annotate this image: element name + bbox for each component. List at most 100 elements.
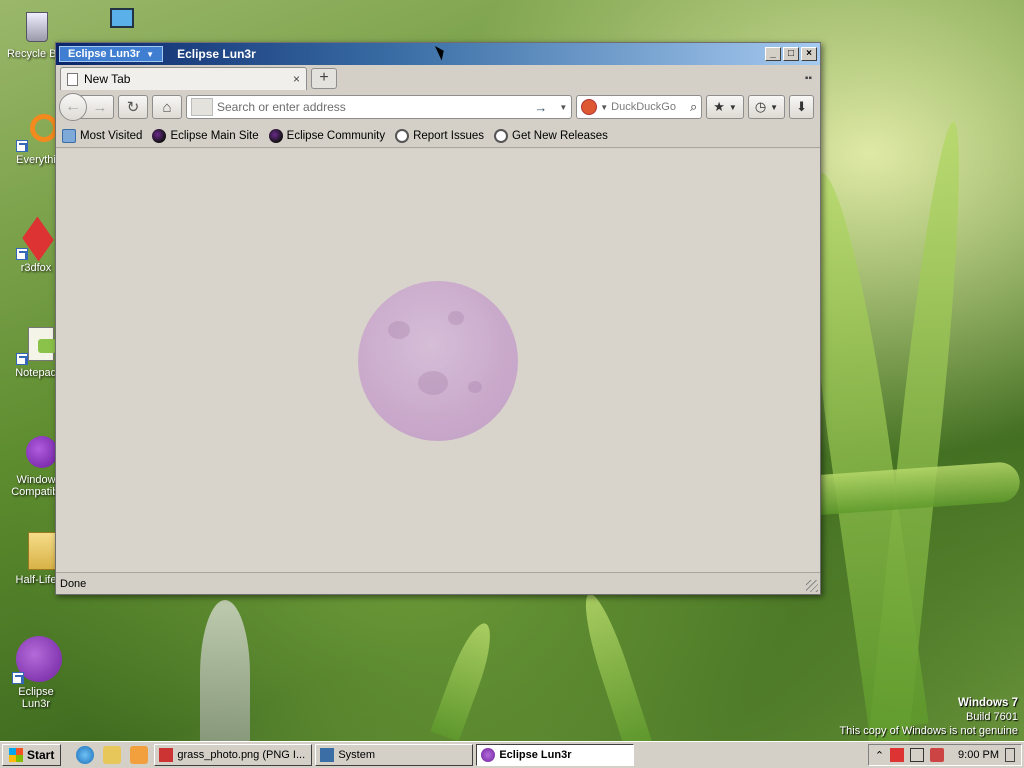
desktop-icon-label: Notepad <box>15 367 57 379</box>
page-icon <box>67 72 78 86</box>
reload-button[interactable]: ↻ <box>118 95 148 119</box>
duckduckgo-icon[interactable] <box>581 99 598 115</box>
bookmarks-star-icon: ★ <box>713 99 725 114</box>
bookmark-report-issues[interactable]: Report Issues <box>395 128 485 143</box>
search-bar[interactable]: ▼ ⌕ <box>576 95 703 119</box>
download-icon: ⬇ <box>796 99 807 114</box>
back-arrow-icon: ← <box>65 98 81 115</box>
windows-logo-icon <box>9 748 23 762</box>
tab-close-icon[interactable]: × <box>293 72 300 86</box>
home-icon: ⌂ <box>162 98 172 116</box>
media-player-icon[interactable] <box>130 746 149 764</box>
bookmark-most-visited[interactable]: Most Visited <box>62 128 142 143</box>
status-bar: Done <box>56 572 820 594</box>
task-label: Eclipse Lun3r <box>499 749 572 761</box>
task-system[interactable]: System <box>315 744 474 766</box>
task-eclipse-lun3r[interactable]: Eclipse Lun3r <box>476 744 635 766</box>
bookmark-label: Eclipse Community <box>286 129 386 142</box>
chevron-down-icon[interactable]: ▼ <box>600 103 608 112</box>
shortcut-arrow-icon <box>16 248 28 260</box>
network-icon[interactable] <box>96 6 136 40</box>
close-button[interactable]: × <box>801 47 817 61</box>
bookmark-label: Get New Releases <box>512 129 608 142</box>
task-grass-photo[interactable]: grass_photo.png (PNG I... <box>154 744 313 766</box>
compat-icon <box>16 432 58 472</box>
clock[interactable]: 9:00 PM <box>958 749 999 761</box>
search-input[interactable] <box>611 101 687 113</box>
site-identity-icon[interactable] <box>191 98 213 116</box>
list-all-tabs-icon[interactable]: ▪▪ <box>805 73 812 84</box>
chevron-down-icon: ▼ <box>728 102 737 112</box>
watermark-title: Windows 7 <box>958 697 1018 709</box>
recycle-bin-icon <box>16 6 56 46</box>
task-label: grass_photo.png (PNG I... <box>177 749 306 761</box>
clock-icon: ◷ <box>754 99 767 114</box>
watermark-genuine: This copy of Windows is not genuine <box>839 725 1018 737</box>
new-tab-button[interactable]: + <box>311 68 337 89</box>
system-icon <box>320 748 335 762</box>
bookmark-label: Report Issues <box>413 129 485 142</box>
desktop-icon-eclipse[interactable]: Eclipse Lun3r <box>4 636 68 710</box>
eclipse-icon <box>268 128 283 143</box>
forward-arrow-icon: → <box>92 98 108 116</box>
action-center-icon[interactable] <box>890 748 905 762</box>
resize-grip-icon[interactable] <box>806 580 818 592</box>
downloads-button[interactable]: ⬇ <box>789 95 814 119</box>
history-button[interactable]: ◷ ▼ <box>747 95 786 119</box>
go-arrow-icon[interactable]: → <box>534 100 547 115</box>
search-icon[interactable]: ⌕ <box>690 99 697 115</box>
desktop-icon-label: Window Compatibi <box>11 474 61 498</box>
desktop-icon-label: Half-Life <box>15 574 57 586</box>
volume-muted-icon[interactable] <box>930 748 945 762</box>
tab-label: New Tab <box>84 72 131 86</box>
image-icon <box>159 748 174 762</box>
app-menu-button[interactable]: Eclipse Lun3r ▼ <box>59 46 164 62</box>
back-button[interactable]: ← <box>59 93 87 121</box>
shortcut-arrow-icon <box>16 353 28 365</box>
forward-button[interactable]: → <box>87 99 113 116</box>
watermark-build: Build 7601 <box>966 711 1018 723</box>
desktop-icon-label: r3dfox <box>20 262 52 274</box>
minimize-button[interactable]: _ <box>765 47 781 61</box>
moon-logo <box>358 281 518 441</box>
bookmarks-menu-button[interactable]: ★ ▼ <box>706 95 744 119</box>
app-menu-label: Eclipse Lun3r <box>68 48 141 60</box>
system-tray: ⌃ 9:00 PM <box>867 744 1022 766</box>
desktop-icon-label: Everythi <box>16 154 56 166</box>
url-input[interactable] <box>217 100 531 114</box>
start-button[interactable]: Start <box>2 744 62 766</box>
internet-explorer-icon[interactable] <box>76 746 95 764</box>
home-button[interactable]: ⌂ <box>152 95 182 119</box>
page-content[interactable] <box>56 149 820 572</box>
task-label: System <box>338 749 376 761</box>
taskbar: Start grass_photo.png (PNG I... System E… <box>0 741 1024 768</box>
status-text: Done <box>60 577 87 590</box>
network-tray-icon[interactable] <box>910 748 925 762</box>
eclipse-icon <box>12 636 62 684</box>
chevron-down-icon: ▼ <box>146 49 155 59</box>
bookmark-eclipse-main-site[interactable]: Eclipse Main Site <box>152 128 259 143</box>
eclipse-icon <box>152 128 167 143</box>
reload-icon: ↻ <box>126 99 140 116</box>
shortcut-arrow-icon <box>16 140 28 152</box>
back-forward-group: ← → <box>59 93 114 121</box>
bookmarks-toolbar: Most Visited Eclipse Main Site Eclipse C… <box>56 124 820 148</box>
eclipse-icon <box>481 748 496 762</box>
r3dfox-icon <box>16 216 56 262</box>
maximize-button[interactable]: □ <box>783 47 799 61</box>
history-dropdown-icon[interactable]: ▼ <box>559 103 567 112</box>
show-hidden-icons-icon[interactable]: ⌃ <box>875 749 884 762</box>
file-explorer-icon[interactable] <box>103 746 122 764</box>
browser-window[interactable]: Eclipse Lun3r ▼ Eclipse Lun3r _ □ × New … <box>55 42 821 595</box>
bookmark-get-new-releases[interactable]: Get New Releases <box>494 128 608 143</box>
navigation-toolbar: ← → ↻ ⌂ → ▼ ▼ ⌕ ★ ▼ ◷ ▼ ⬇ <box>56 90 820 124</box>
url-bar[interactable]: → ▼ <box>186 95 573 119</box>
windows-watermark: Windows 7 Build 7601 This copy of Window… <box>839 696 1018 738</box>
shortcut-arrow-icon <box>12 672 24 684</box>
bookmark-eclipse-community[interactable]: Eclipse Community <box>268 128 386 143</box>
show-desktop-icon[interactable] <box>1005 748 1015 762</box>
tab-new-tab[interactable]: New Tab × <box>60 67 307 90</box>
tab-strip: New Tab × + ▪▪ <box>56 65 820 90</box>
everything-icon <box>16 112 58 152</box>
github-icon <box>494 128 509 143</box>
